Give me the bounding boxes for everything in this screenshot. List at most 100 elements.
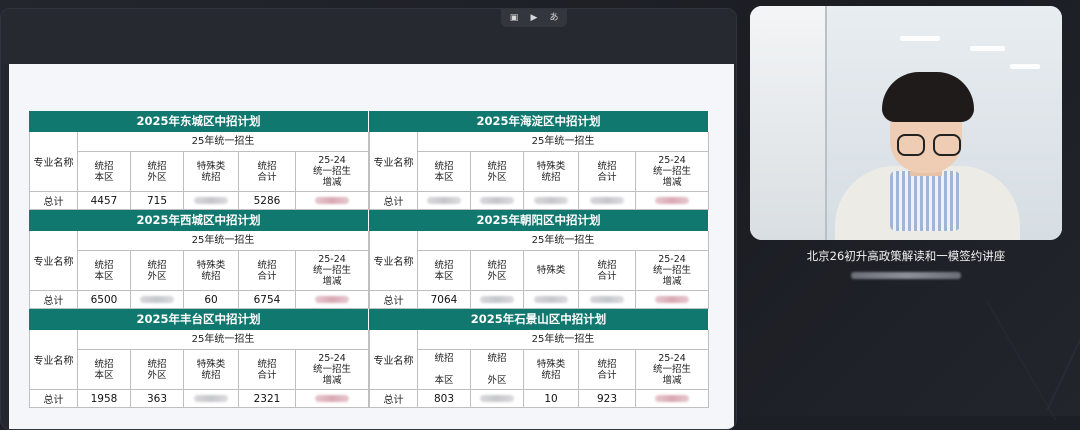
table-column: 统招 外区	[131, 251, 184, 308]
total-value	[579, 191, 635, 209]
redacted-value	[534, 296, 568, 303]
redacted-value	[315, 197, 349, 204]
table-column: 统招 合计 6754	[239, 251, 296, 308]
column-header: 25-24 统一招生 增减	[312, 353, 351, 386]
total-value: 10	[524, 389, 578, 407]
sub-columns: 统招 本区 7064 统招 外区 特殊类 统招 合计 25-24 统一招生 增减	[418, 251, 709, 308]
sidebar-toggle-icon[interactable]: ▣	[507, 12, 521, 24]
plan-columns: 25年统一招生 统招 本区 6500 统招 外区 特殊类 统招 60 统招 合计 6754 25…	[78, 231, 369, 308]
redacted-value	[194, 197, 228, 204]
column-header: 特殊类 统招	[196, 358, 226, 381]
column-header: 统招 外区	[147, 358, 167, 381]
table-column: 统招 外区	[471, 152, 524, 209]
total-value	[636, 290, 708, 308]
district-table-grid: 专业名称 总计 25年统一招生 统招 本区 4457 统招 外区 715 特殊类 统招 统招 合…	[29, 132, 369, 210]
total-value: 4457	[78, 191, 130, 209]
column-header: 统招 本区	[94, 259, 114, 282]
redacted-value	[590, 197, 624, 204]
major-name-header: 专业名称	[373, 356, 414, 367]
district-table-grid: 专业名称 总计 25年统一招生 统招 本区 1958 统招 外区 363 特殊类 统招 统招 合…	[29, 330, 369, 408]
total-label: 总计	[370, 191, 417, 209]
column-header: 统招 本区	[434, 160, 454, 183]
screen-share-icon[interactable]: ▶	[527, 12, 541, 24]
total-value: 7064	[418, 290, 470, 308]
district-table: 2025年东城区中招计划 专业名称 总计 25年统一招生 统招 本区 4457 统招 外区 7…	[29, 111, 369, 210]
table-column: 统招 合计 923	[579, 350, 636, 407]
redacted-value	[655, 395, 689, 402]
translate-icon[interactable]: あ	[547, 12, 561, 24]
total-label: 总计	[370, 389, 417, 407]
column-header: 统招 合计	[257, 259, 277, 282]
district-table-grid: 专业名称 总计 25年统一招生 统招 本区 7064 统招 外区 特殊类 统招 合计 25-24…	[369, 231, 709, 309]
major-name-column: 专业名称 总计	[369, 330, 418, 407]
group-header: 25年统一招生	[418, 132, 709, 152]
total-value: 60	[184, 290, 238, 308]
major-name-header: 专业名称	[33, 158, 74, 169]
shared-screen-topbar	[1, 9, 736, 64]
total-value	[296, 290, 368, 308]
total-value: 6754	[239, 290, 295, 308]
district-table-title: 2025年石景山区中招计划	[369, 309, 709, 330]
major-name-column: 专业名称 总计	[29, 231, 78, 308]
column-header: 统招 合计	[597, 358, 617, 381]
plan-columns: 25年统一招生 统招 本区 统招 外区 特殊类 统招 统招 合计 25-24 统一招生 增…	[418, 132, 709, 209]
table-column: 25-24 统一招生 增减	[636, 152, 709, 209]
column-header: 统招 外区	[487, 353, 507, 386]
column-header: 统招 外区	[147, 259, 167, 282]
table-column: 统招 合计	[579, 152, 636, 209]
glasses-left-lens	[897, 134, 925, 156]
total-value: 923	[579, 389, 635, 407]
major-name-column: 专业名称 总计	[29, 132, 78, 209]
total-value	[524, 191, 578, 209]
total-label: 总计	[370, 290, 417, 308]
column-header: 25-24 统一招生 增减	[312, 254, 351, 287]
major-name-header: 专业名称	[33, 356, 74, 367]
table-block-row: 2025年丰台区中招计划 专业名称 总计 25年统一招生 统招 本区 1958 统招 外区 3…	[29, 309, 709, 408]
column-header: 特殊类 统招	[196, 160, 226, 183]
column-header: 统招 合计	[597, 259, 617, 282]
redacted-value	[655, 197, 689, 204]
column-header: 统招 本区	[434, 353, 454, 386]
major-name-header: 专业名称	[33, 257, 74, 268]
major-name-column: 专业名称 总计	[29, 330, 78, 407]
sub-columns: 统招 本区 803 统招 外区 特殊类 统招 10 统招 合计 923 25-24 统一招生 …	[418, 350, 709, 407]
column-header: 统招 外区	[487, 259, 507, 282]
redacted-value	[315, 395, 349, 402]
shared-screen-window: ▣ ▶ あ 2025年东城区中招计划 专业名称 总计 25年统一招生 统招 本区 4457…	[0, 8, 737, 430]
total-value	[131, 290, 183, 308]
total-value: 1958	[78, 389, 130, 407]
table-column: 25-24 统一招生 增减	[636, 350, 709, 407]
total-value	[471, 191, 523, 209]
column-header: 统招 本区	[94, 160, 114, 183]
redacted-value	[140, 296, 174, 303]
major-name-header: 专业名称	[373, 158, 414, 169]
table-column: 25-24 统一招生 增减	[296, 350, 369, 407]
group-header: 25年统一招生	[78, 330, 369, 350]
ceiling-light	[1010, 64, 1040, 69]
table-block-row: 2025年西城区中招计划 专业名称 总计 25年统一招生 统招 本区 6500 统招 外区特…	[29, 210, 709, 309]
column-header: 特殊类	[536, 265, 566, 276]
district-table-grid: 专业名称 总计 25年统一招生 统招 本区 统招 外区 特殊类 统招 统招 合计 25-24 …	[369, 132, 709, 210]
total-value	[636, 389, 708, 407]
share-toolbar: ▣ ▶ あ	[501, 9, 567, 27]
district-table: 2025年西城区中招计划 专业名称 总计 25年统一招生 统招 本区 6500 统招 外区特…	[29, 210, 369, 309]
total-value: 5286	[239, 191, 295, 209]
ceiling-light	[970, 46, 1005, 51]
presenter-name-blurred	[851, 272, 961, 279]
table-column: 统招 本区	[418, 152, 471, 209]
table-column: 特殊类	[524, 251, 579, 308]
document-page: 2025年东城区中招计划 专业名称 总计 25年统一招生 统招 本区 4457 统招 外区 7…	[9, 64, 734, 429]
admission-plan-table: 2025年东城区中招计划 专业名称 总计 25年统一招生 统招 本区 4457 统招 外区 7…	[29, 111, 709, 408]
redacted-value	[480, 197, 514, 204]
redacted-value	[315, 296, 349, 303]
table-column: 统招 外区 363	[131, 350, 184, 407]
table-column: 统招 本区 6500	[78, 251, 131, 308]
table-column: 25-24 统一招生 增减	[636, 251, 709, 308]
district-table-title: 2025年东城区中招计划	[29, 111, 369, 132]
redacted-value	[590, 296, 624, 303]
ceiling-light	[900, 36, 940, 41]
total-value: 715	[131, 191, 183, 209]
total-value	[184, 191, 238, 209]
plan-columns: 25年统一招生 统招 本区 1958 统招 外区 363 特殊类 统招 统招 合计 2321 2…	[78, 330, 369, 407]
total-value	[579, 290, 635, 308]
